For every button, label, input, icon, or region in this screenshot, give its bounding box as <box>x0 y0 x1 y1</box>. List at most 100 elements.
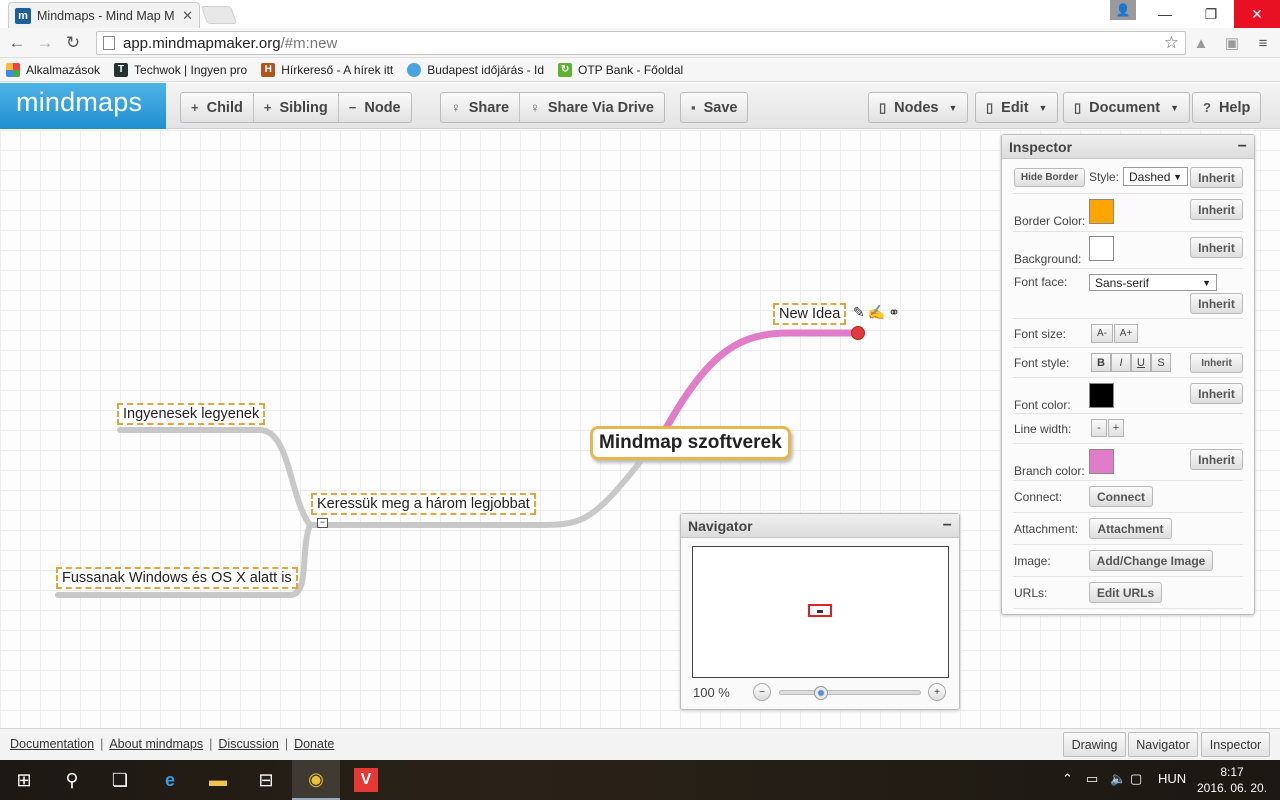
help-button[interactable]: ? Help <box>1192 92 1262 123</box>
node-root[interactable]: Mindmap szoftverek <box>590 426 791 460</box>
inherit-font-color-button[interactable]: Inherit <box>1190 383 1243 404</box>
strikethrough-button[interactable]: S <box>1151 353 1171 372</box>
close-tab-icon[interactable]: ✕ <box>182 8 193 24</box>
new-child-drag-handle[interactable] <box>851 326 865 340</box>
add-child-button[interactable]: + Child <box>181 93 254 122</box>
border-style-select[interactable]: Dashed ▼ <box>1123 167 1188 186</box>
save-button[interactable]: ▪ Save <box>681 93 747 122</box>
windows-start-icon[interactable]: ⊞ <box>0 760 48 800</box>
italic-button[interactable]: I <box>1111 353 1131 372</box>
volume-icon[interactable]: 🔈 <box>1110 771 1126 787</box>
network-icon[interactable]: ▭ <box>1086 771 1098 787</box>
drive-extension-icon[interactable]: ▲ <box>1192 34 1210 52</box>
about-link[interactable]: About mindmaps <box>109 737 203 751</box>
link-icon[interactable]: ⚭ <box>888 304 900 321</box>
navigator-viewport-rect[interactable] <box>808 604 832 617</box>
reload-icon[interactable]: ↻ <box>62 32 84 54</box>
font-face-select[interactable]: Sans-serif ▼ <box>1089 274 1217 291</box>
node-new-idea[interactable]: New Idea <box>773 303 847 325</box>
connect-button[interactable]: Connect <box>1089 486 1153 507</box>
border-color-swatch[interactable] <box>1089 199 1114 224</box>
minimize-window-icon[interactable]: — <box>1142 0 1188 28</box>
restore-window-icon[interactable]: ❐ <box>1188 0 1234 28</box>
attachment-button[interactable]: Attachment <box>1089 518 1172 539</box>
document-menu-button[interactable]: ▯ Document ▼ <box>1063 92 1190 123</box>
back-arrow-icon[interactable]: ← <box>6 32 28 54</box>
bookmark-otp[interactable]: ↻ OTP Bank - Főoldal <box>558 62 683 77</box>
inspector-toggle-button[interactable]: Inspector <box>1201 732 1270 757</box>
delete-node-button[interactable]: − Node <box>339 93 411 122</box>
navigator-toggle-button[interactable]: Navigator <box>1128 732 1198 757</box>
address-bar[interactable]: app.mindmapmaker.org/#m:new ☆ <box>96 31 1186 55</box>
inherit-font-face-button[interactable]: Inherit <box>1190 293 1243 314</box>
edit-urls-button[interactable]: Edit URLs <box>1089 582 1162 603</box>
forward-arrow-icon[interactable]: → <box>34 32 56 54</box>
bookmark-weather[interactable]: Budapest időjárás - Id <box>407 62 544 77</box>
user-profile-icon[interactable]: 👤 <box>1110 0 1136 20</box>
file-explorer-icon[interactable]: ▬ <box>194 760 242 800</box>
store-icon[interactable]: ⊟ <box>242 760 290 800</box>
font-color-swatch[interactable] <box>1089 383 1114 408</box>
collapse-panel-icon[interactable]: − <box>943 517 952 535</box>
bookmark-hirkereso[interactable]: H Hírkereső - A hírek itt <box>261 62 393 77</box>
line-width-decrease-button[interactable]: - <box>1091 419 1107 437</box>
drawing-toggle-button[interactable]: Drawing <box>1063 732 1126 757</box>
add-change-image-button[interactable]: Add/Change Image <box>1089 550 1213 571</box>
tray-chevron-icon[interactable]: ⌃ <box>1062 771 1073 787</box>
bookmark-label: Techwok | Ingyen pro <box>134 62 248 77</box>
inherit-border-color-button[interactable]: Inherit <box>1190 199 1243 220</box>
inherit-font-style-button[interactable]: Inherit <box>1190 353 1243 373</box>
inherit-border-button[interactable]: Inherit <box>1190 167 1243 188</box>
inspector-row-font-face: Font face: Sans-serif ▼ Inherit <box>1013 269 1243 319</box>
share-button[interactable]: ♀ Share <box>441 93 521 122</box>
edge-browser-icon[interactable]: e <box>146 760 194 800</box>
branch-color-label: Branch color: <box>1014 464 1085 478</box>
edit-note-icon[interactable]: ✍ <box>868 304 885 321</box>
collapse-panel-icon[interactable]: − <box>1238 138 1247 156</box>
inherit-branch-color-button[interactable]: Inherit <box>1190 449 1243 470</box>
branch-color-swatch[interactable] <box>1089 449 1114 474</box>
zoom-slider[interactable] <box>779 686 921 700</box>
zoom-in-icon[interactable]: + <box>928 683 946 701</box>
node-keressuk[interactable]: Keressük meg a három legjobbat <box>311 493 536 515</box>
bookmark-apps[interactable]: Alkalmazások <box>6 62 100 77</box>
language-indicator[interactable]: HUN <box>1158 771 1186 786</box>
share-via-drive-button[interactable]: ♀ Share Via Drive <box>520 93 664 122</box>
chrome-icon[interactable]: ◉ <box>292 760 340 800</box>
extension-icon[interactable]: ▣ <box>1223 34 1241 52</box>
font-size-increase-button[interactable]: A+ <box>1114 324 1138 343</box>
nodes-menu-button[interactable]: ▯ Nodes ▼ <box>868 92 969 123</box>
underline-button[interactable]: U <box>1131 353 1151 372</box>
collapse-toggle-icon[interactable]: − <box>317 518 328 528</box>
add-sibling-button[interactable]: + Sibling <box>254 93 339 122</box>
zoom-slider-thumb[interactable] <box>814 686 829 700</box>
bookmark-star-icon[interactable]: ☆ <box>1164 33 1179 53</box>
attachment-clip-icon[interactable]: ✎ <box>853 304 865 321</box>
node-fussanak[interactable]: Fussanak Windows és OS X alatt is <box>56 567 298 589</box>
browser-tab[interactable]: m Mindmaps - Mind Map M ✕ <box>8 2 200 28</box>
node-ingyenesek[interactable]: Ingyenesek legyenek <box>117 403 266 425</box>
edit-menu-button[interactable]: ▯ Edit ▼ <box>975 92 1059 123</box>
search-icon[interactable]: ⚲ <box>48 760 96 800</box>
inherit-background-button[interactable]: Inherit <box>1190 237 1243 258</box>
hide-border-button[interactable]: Hide Border <box>1014 168 1085 187</box>
nodes-menu-content: ▯ Nodes ▼ <box>879 99 958 116</box>
new-tab-button[interactable] <box>200 6 238 24</box>
task-view-icon[interactable]: ❏ <box>96 760 144 800</box>
discussion-link[interactable]: Discussion <box>218 737 278 751</box>
bold-button[interactable]: B <box>1091 353 1111 372</box>
vivaldi-icon[interactable]: V <box>342 760 390 800</box>
donate-link[interactable]: Donate <box>294 737 334 751</box>
zoom-out-icon[interactable]: − <box>753 683 771 701</box>
font-size-decrease-button[interactable]: A- <box>1091 324 1113 343</box>
documentation-link[interactable]: Documentation <box>10 737 94 751</box>
close-window-icon[interactable]: ✕ <box>1234 0 1280 28</box>
menu-icon[interactable]: ≡ <box>1254 34 1272 52</box>
navigator-title: Navigator <box>688 517 753 534</box>
navigator-preview[interactable] <box>692 546 949 678</box>
bookmark-techwok[interactable]: T Techwok | Ingyen pro <box>114 62 248 77</box>
background-color-swatch[interactable] <box>1089 236 1114 261</box>
taskbar-clock[interactable]: 8:17 2016. 06. 20. <box>1196 764 1268 796</box>
notification-icon[interactable]: ▢ <box>1130 771 1142 787</box>
line-width-increase-button[interactable]: + <box>1108 419 1124 437</box>
